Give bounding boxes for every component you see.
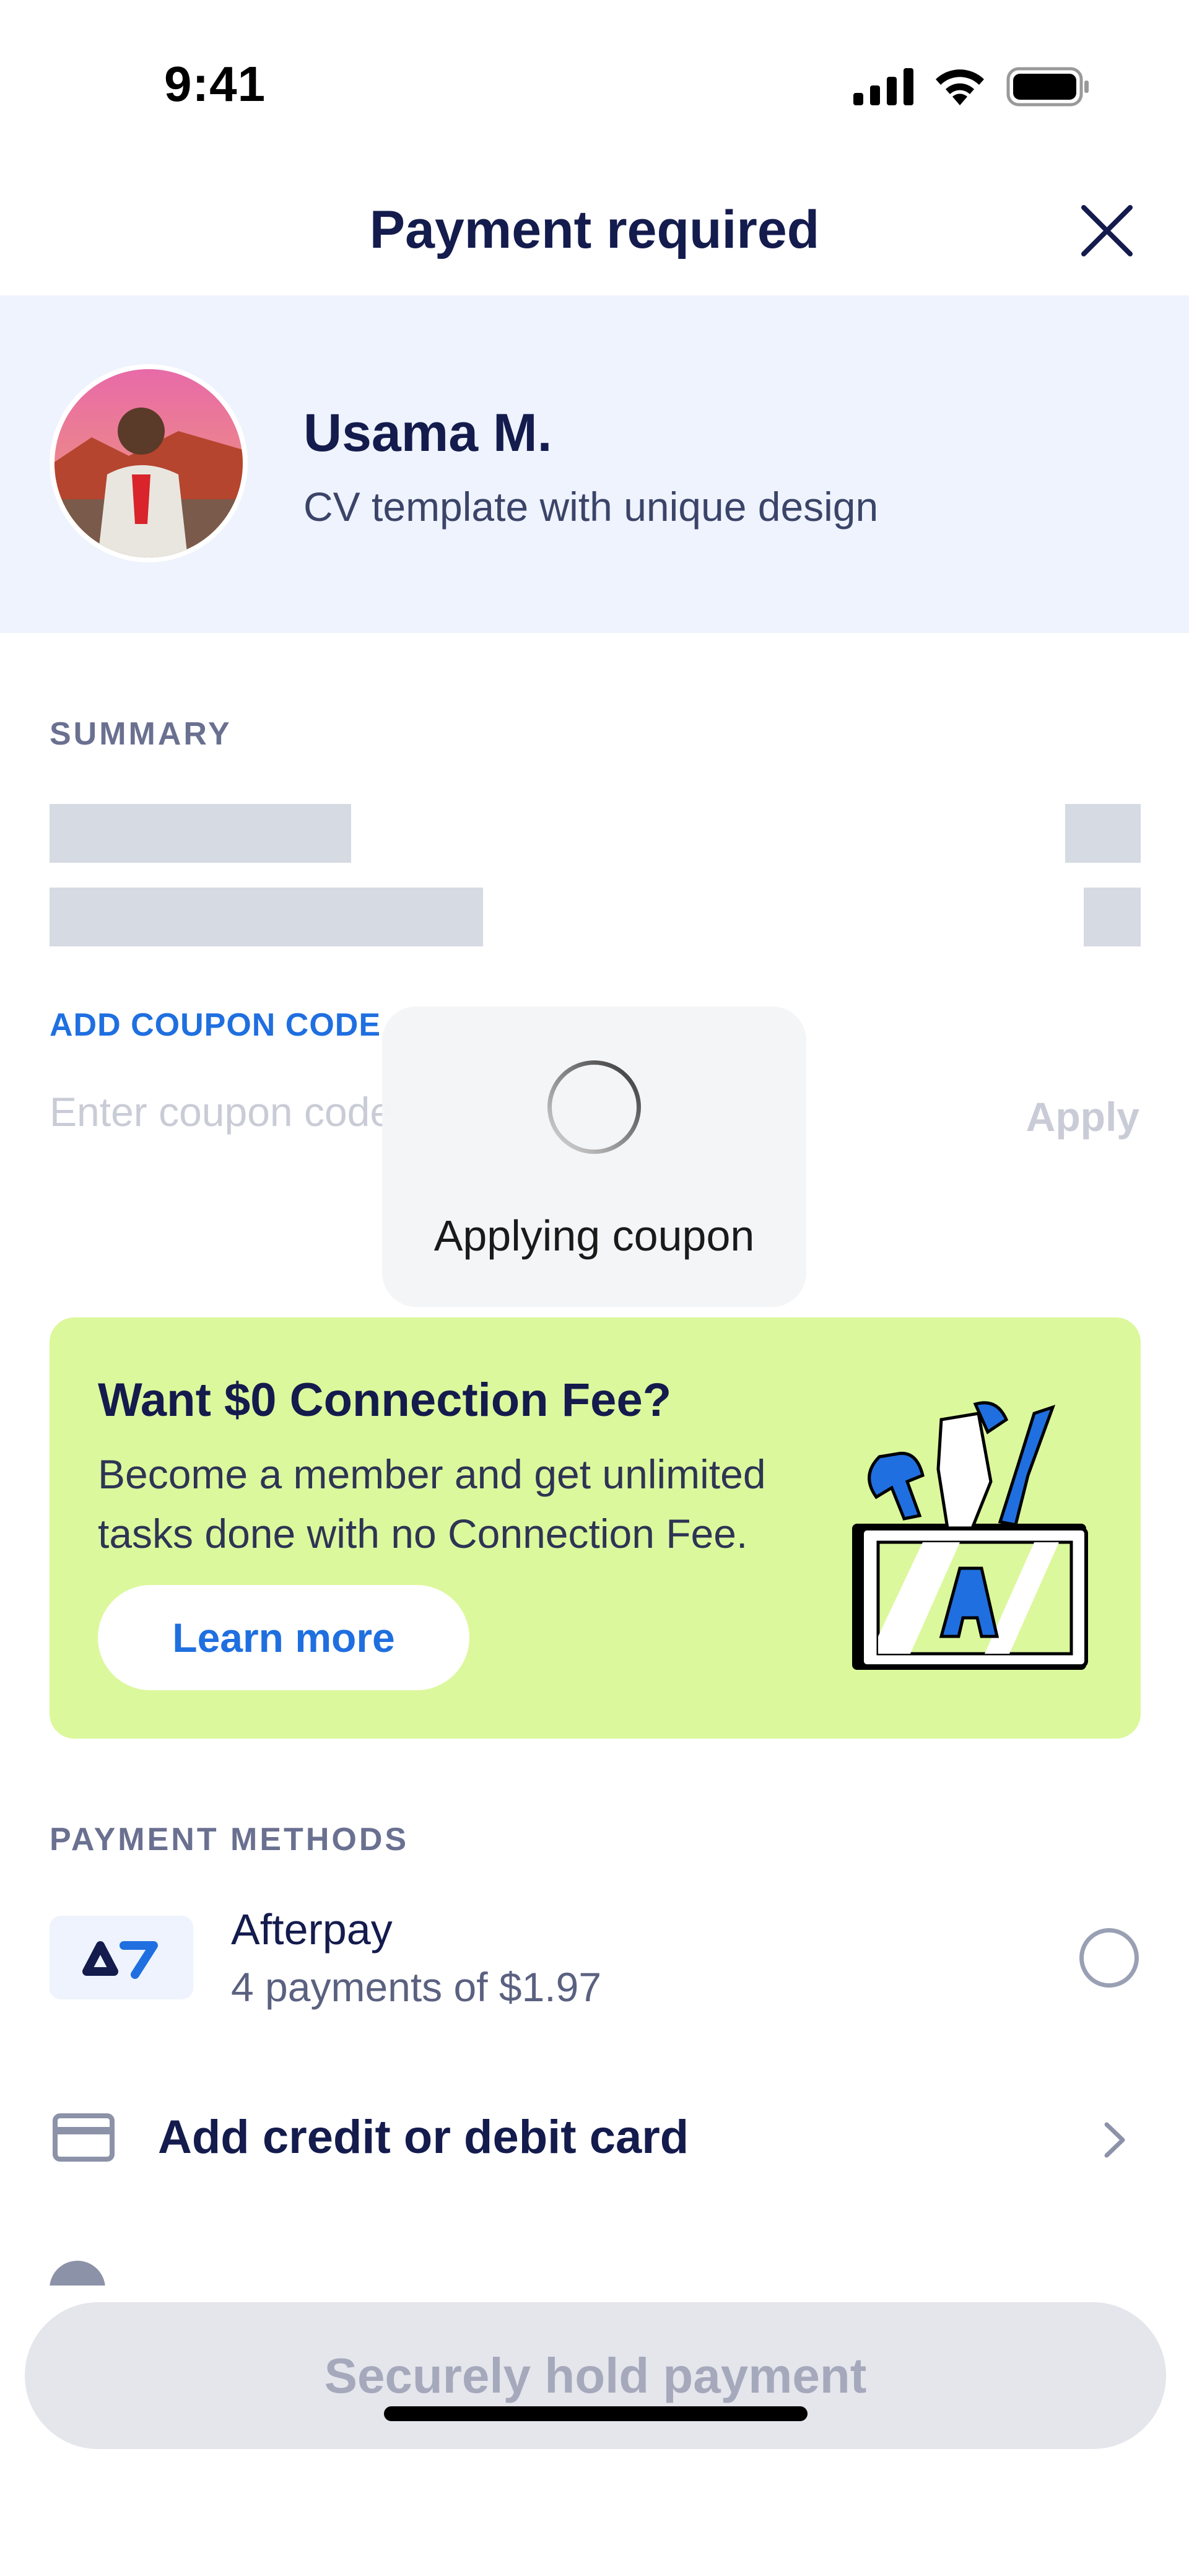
partial-payment-option-icon [50,2261,105,2286]
summary-label: SUMMARY [50,716,232,752]
loading-text: Applying coupon [433,1212,755,1260]
toolbox-illustration-icon [852,1401,1088,1670]
cellular-signal-icon [853,68,913,105]
afterpay-name: Afterpay [231,1905,393,1954]
status-time: 9:41 [164,56,266,111]
home-indicator [384,2406,808,2421]
securely-hold-payment-button[interactable]: Securely hold payment [25,2302,1166,2449]
afterpay-detail: 4 payments of $1.97 [231,1964,602,2010]
provider-name: Usama M. [303,403,552,463]
close-icon[interactable] [1078,201,1136,260]
promo-title: Want $0 Connection Fee? [98,1374,672,1426]
learn-more-button[interactable]: Learn more [98,1585,469,1690]
summary-skeleton-value [1065,804,1141,863]
promo-body: Become a member and get unlimited tasks … [98,1451,766,1557]
summary-skeleton-value [1084,888,1141,946]
afterpay-logo [50,1916,193,1999]
payment-methods-label: PAYMENT METHODS [50,1822,409,1858]
summary-skeleton-line [50,888,483,946]
summary-skeleton-line [50,804,351,863]
task-title: CV template with unique design [303,484,879,530]
afterpay-radio[interactable] [1079,1928,1139,1988]
avatar [50,364,248,562]
battery-icon [1006,67,1089,107]
loading-overlay: Applying coupon [382,1006,806,1307]
wifi-icon [936,69,984,105]
loading-spinner-icon [547,1060,641,1154]
chevron-right-icon[interactable] [1099,2118,1130,2162]
apply-coupon-button[interactable]: Apply [1026,1093,1139,1140]
coupon-label: ADD COUPON CODE [50,1007,381,1043]
membership-promo-card: Want $0 Connection Fee? Become a member … [50,1317,1141,1739]
add-card-label[interactable]: Add credit or debit card [158,2110,689,2164]
page-title: Payment required [369,200,820,260]
credit-card-icon [53,2113,115,2162]
